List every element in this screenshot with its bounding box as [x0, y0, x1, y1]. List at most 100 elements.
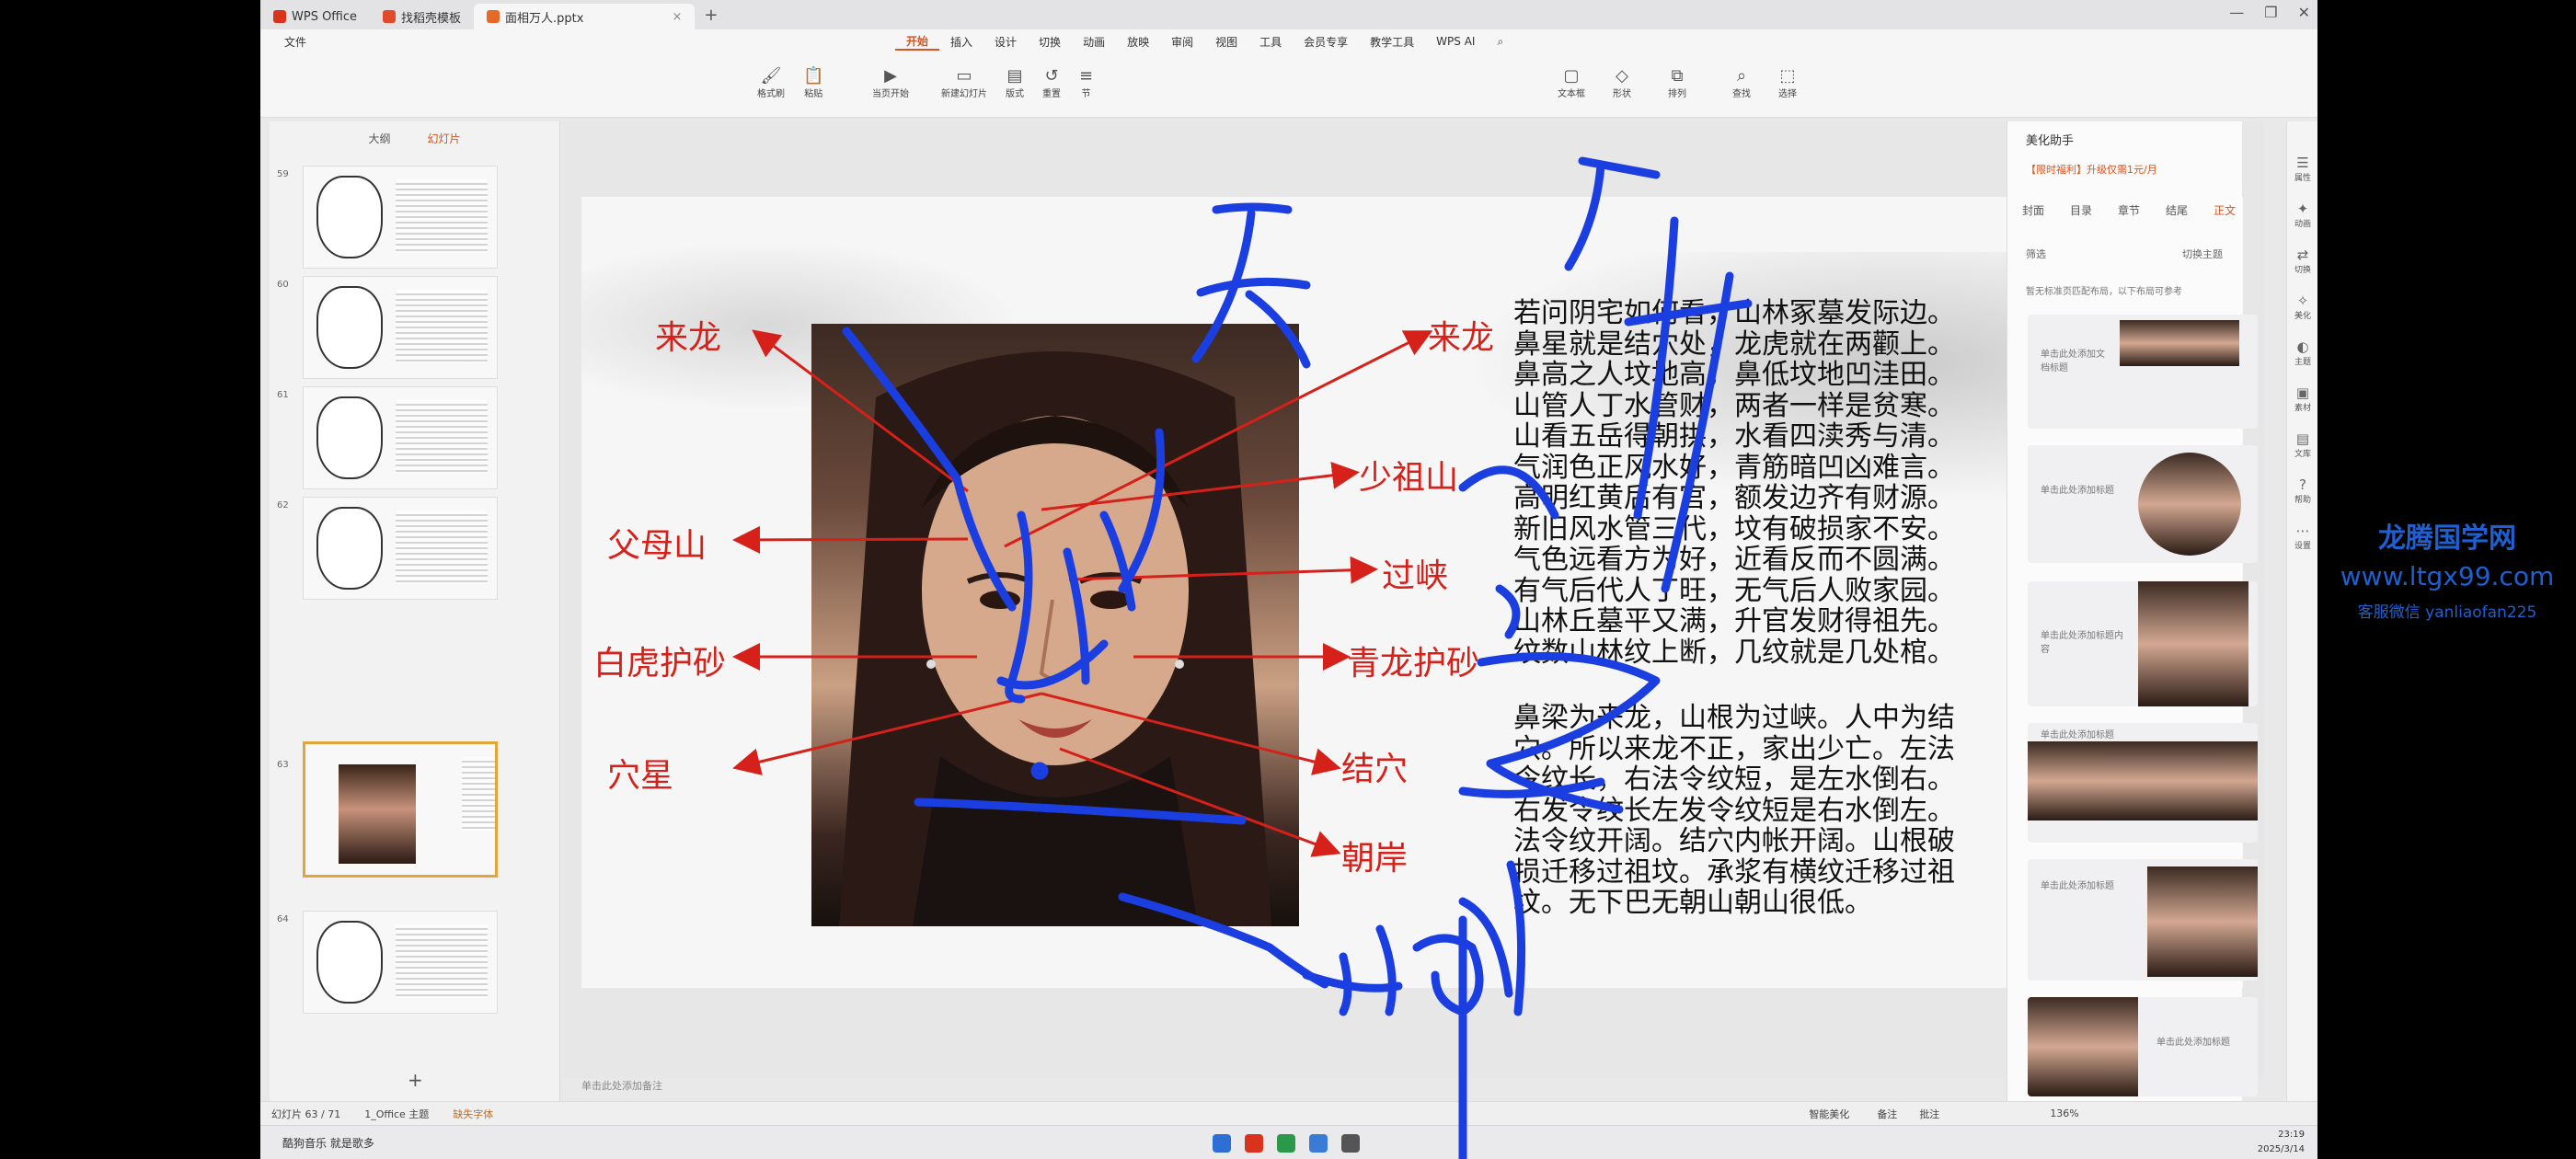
layout-card[interactable]: 单击此处添加标题内容 [2028, 581, 2258, 706]
tab-wps-office[interactable]: WPS Office [260, 4, 370, 29]
slide-thumbnail[interactable]: 64 [270, 911, 560, 1017]
sidebar-label: 属性 [2294, 174, 2311, 183]
layout-button[interactable]: ▤ 版式 [1006, 66, 1024, 99]
slide-number: 64 [277, 914, 289, 924]
current-slide[interactable]: 来龙 父母山 白虎护砂 穴星 来龙 少祖山 过峡 青龙护砂 结穴 朝岸 若问阴宅… [581, 197, 2243, 988]
verse-line: 山看五岳得朝拱，水看四渎秀与清。 [1513, 420, 1955, 453]
notes-placeholder[interactable]: 单击此处添加备注 [581, 1078, 662, 1093]
menu-home[interactable]: 开始 [895, 33, 940, 51]
sidebar-item-animation[interactable]: ✦ 动画 [2287, 201, 2317, 229]
paste-button[interactable]: 📋 粘贴 [803, 66, 823, 99]
menu-view[interactable]: 视图 [1204, 34, 1248, 50]
slide-thumbnail[interactable]: 61 [270, 386, 560, 493]
clock-time: 23:19 [2278, 1130, 2305, 1140]
section-button[interactable]: ≡ 节 [1079, 66, 1093, 99]
menu-review[interactable]: 审阅 [1160, 34, 1204, 50]
sidebar-item-beautify[interactable]: ✧ 美化 [2287, 293, 2317, 321]
layout-card[interactable]: 单击此处添加标题 [2028, 859, 2258, 981]
search-icon[interactable]: ⌕ [1486, 35, 1514, 49]
arrange-label: 排列 [1668, 89, 1686, 99]
menu-file[interactable]: 文件 [273, 34, 317, 50]
tab-outline[interactable]: 大纲 [368, 131, 390, 146]
filter-dropdown[interactable]: 筛选 [2026, 247, 2046, 261]
text-box-icon: ▢ [1563, 66, 1580, 86]
sidebar-label: 帮助 [2294, 496, 2311, 505]
menu-animation[interactable]: 动画 [1072, 34, 1116, 50]
select-button[interactable]: ⬚ 选择 [1778, 66, 1797, 99]
menu-insert[interactable]: 插入 [939, 34, 983, 50]
slide-thumbnail-selected[interactable]: 63 [270, 741, 560, 878]
layout-card[interactable]: 单击此处添加标题 [2028, 445, 2258, 563]
slide-thumbnail[interactable]: 60 [270, 276, 560, 383]
app-taskbar-icon[interactable] [1341, 1134, 1360, 1153]
text-line: 右发令纹长左发令纹短是右水倒左。 [1513, 794, 1955, 827]
arrange-button[interactable]: ⧉ 排列 [1668, 66, 1686, 99]
tab-template[interactable]: 找稻壳模板 [370, 4, 474, 29]
app-taskbar-icon[interactable] [1277, 1134, 1295, 1153]
properties-icon: ☰ [2296, 155, 2309, 171]
close-tab-icon[interactable]: × [672, 10, 682, 24]
promo-banner[interactable]: 【限时福利】升级仅需1元/月 [2026, 162, 2157, 177]
smart-beautify-button[interactable]: 智能美化 [1809, 1107, 1849, 1121]
slide-preview [303, 386, 498, 489]
menu-slideshow[interactable]: 放映 [1116, 34, 1160, 50]
menu-design[interactable]: 设计 [983, 34, 1028, 50]
layout-card[interactable]: 单击此处添加文档标题 [2028, 315, 2258, 429]
tab-slides[interactable]: 幻灯片 [428, 131, 461, 146]
text-box-label: 文本框 [1558, 89, 1585, 99]
sidebar-item-assets[interactable]: ▣ 素材 [2287, 384, 2317, 413]
theme-switch[interactable]: 切换主题 [2182, 247, 2223, 261]
title-bar: WPS Office 找稻壳模板 面相万人.pptx × + — ❐ ✕ [260, 0, 2317, 29]
text-line: 损迁移过祖坟。承浆有横纹迁移过祖 [1513, 855, 1955, 889]
tab-chapter[interactable]: 章节 [2118, 202, 2140, 218]
slide-thumbnail[interactable]: 62 [270, 497, 560, 603]
theme-icon: ◐ [2296, 339, 2309, 355]
close-icon[interactable]: ✕ [2298, 4, 2310, 21]
sidebar-item-settings[interactable]: ⋯ 设置 [2287, 522, 2317, 551]
tab-cover[interactable]: 封面 [2022, 202, 2044, 218]
theme-name[interactable]: 1_Office 主题 [364, 1107, 429, 1121]
find-button[interactable]: ⌕ 查找 [1732, 66, 1751, 99]
windows-start-icon[interactable] [1213, 1134, 1231, 1153]
card-caption: 单击此处添加标题 [2041, 486, 2114, 496]
right-side-bar: ☰ 属性 ✦ 动画 ⇄ 切换 ✧ 美化 ◐ 主题 ▣ 素材 ▤ 文库 ? 帮助 ⋯ 设置 [2286, 121, 2317, 1101]
tab-document[interactable]: 面相万人.pptx × [474, 4, 696, 29]
play-label: 当页开始 [872, 89, 909, 99]
music-player-label[interactable]: 酷狗音乐 就是歌多 [282, 1135, 374, 1151]
reset-button[interactable]: ↺ 重置 [1042, 66, 1061, 99]
sidebar-item-help[interactable]: ? 帮助 [2287, 476, 2317, 505]
menu-teaching[interactable]: 教学工具 [1359, 34, 1425, 50]
layout-card[interactable]: 单击此处添加标题 [2028, 723, 2258, 843]
slide-thumbnail[interactable]: 59 [270, 166, 560, 272]
missing-font-warning[interactable]: 缺失字体 [453, 1107, 493, 1121]
new-tab-icon[interactable]: + [704, 6, 718, 25]
menu-wps-ai[interactable]: WPS AI [1425, 35, 1486, 48]
layout-card[interactable]: 单击此处添加标题 [2028, 997, 2258, 1096]
sidebar-item-theme[interactable]: ◐ 主题 [2287, 339, 2317, 367]
sidebar-label: 文库 [2294, 450, 2311, 459]
menu-transition[interactable]: 切换 [1028, 34, 1072, 50]
menu-tools[interactable]: 工具 [1248, 34, 1293, 50]
menu-member[interactable]: 会员专享 [1293, 34, 1359, 50]
sidebar-item-transition[interactable]: ⇄ 切换 [2287, 247, 2317, 275]
text-box-button[interactable]: ▢ 文本框 [1558, 66, 1585, 99]
add-slide-button[interactable]: + [408, 1069, 423, 1091]
format-painter-button[interactable]: 🖌 格式刷 [757, 66, 785, 99]
tab-body[interactable]: 正文 [2214, 202, 2236, 218]
tab-ending[interactable]: 结尾 [2166, 202, 2188, 218]
zoom-level[interactable]: 136% [2050, 1107, 2078, 1119]
section-label: 节 [1081, 89, 1091, 99]
new-slide-button[interactable]: ▭ 新建幻灯片 [941, 66, 987, 99]
restore-icon[interactable]: ❐ [2264, 4, 2277, 21]
notes-button[interactable]: 备注 [1877, 1107, 1897, 1121]
shape-button[interactable]: ◇ 形状 [1613, 66, 1631, 99]
comments-button[interactable]: 批注 [1919, 1107, 1939, 1121]
sidebar-label: 主题 [2294, 358, 2311, 367]
sidebar-item-library[interactable]: ▤ 文库 [2287, 430, 2317, 459]
app-taskbar-icon[interactable] [1309, 1134, 1328, 1153]
tab-contents[interactable]: 目录 [2070, 202, 2092, 218]
play-from-start-button[interactable]: ▶ 当页开始 [872, 66, 909, 99]
wps-taskbar-icon[interactable] [1245, 1134, 1263, 1153]
minimize-icon[interactable]: — [2229, 4, 2244, 21]
sidebar-item-properties[interactable]: ☰ 属性 [2287, 155, 2317, 183]
